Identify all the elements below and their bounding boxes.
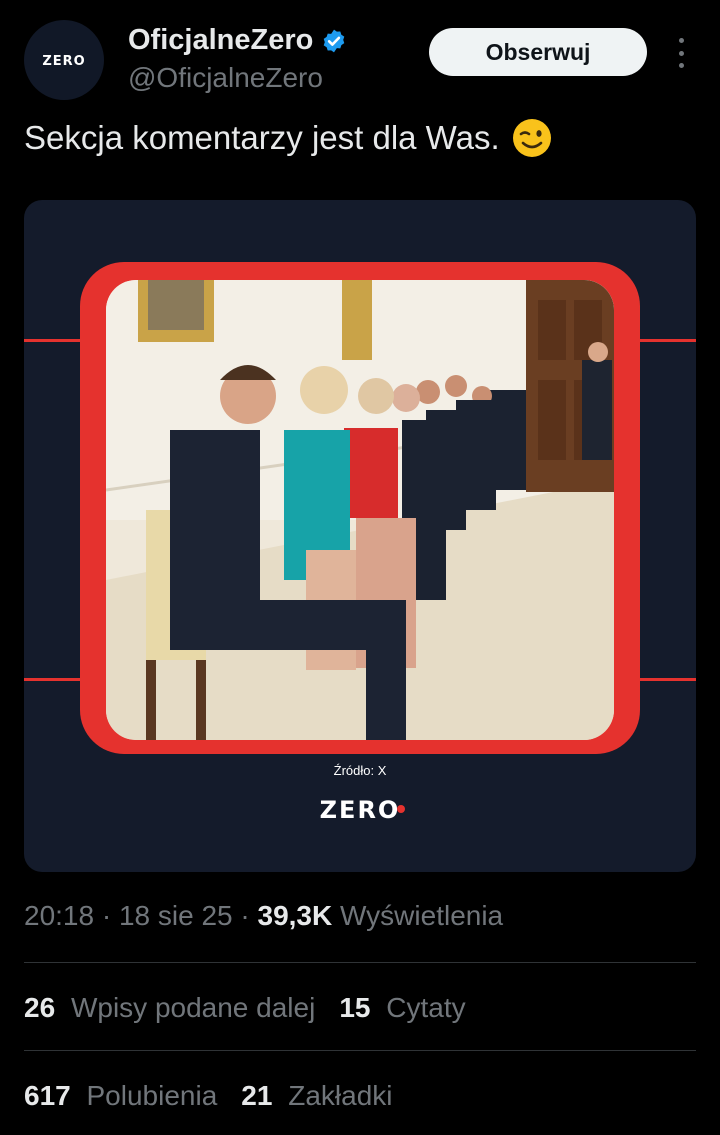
avatar[interactable]: ZERO [24, 20, 104, 100]
more-options-icon[interactable] [669, 38, 693, 68]
follow-button[interactable]: Obserwuj [429, 28, 647, 76]
tweet-meta: 20:18 · 18 sie 25 · 39,3K Wyświetlenia [24, 900, 503, 932]
image-source-caption: Źródło: X [333, 763, 387, 778]
divider [24, 1050, 696, 1051]
likes-stats-row: 617 Polubienia 21 Zakładki [24, 1080, 416, 1112]
seated-people-illustration [106, 280, 614, 740]
divider [24, 962, 696, 963]
accent-line [24, 339, 84, 342]
repost-stats-row: 26 Wpisy podane dalej 15 Cytaty [24, 992, 490, 1024]
bookmarks-stat[interactable]: 21 Zakładki [241, 1080, 392, 1112]
tweet-date[interactable]: 18 sie 25 [119, 900, 233, 931]
quotes-stat[interactable]: 15 Cytaty [339, 992, 465, 1024]
likes-stat[interactable]: 617 Polubienia [24, 1080, 217, 1112]
zero-logo-icon: ZERO [42, 54, 85, 68]
likes-count: 617 [24, 1080, 71, 1111]
views-label: Wyświetlenia [340, 900, 504, 931]
reposts-label: Wpisy podane dalej [70, 992, 316, 1023]
bookmarks-label: Zakładki [288, 1080, 393, 1111]
photo-frame [80, 262, 640, 754]
tweet-time[interactable]: 20:18 [24, 900, 94, 931]
author-display-name[interactable]: OficjalneZero [128, 24, 313, 57]
wink-emoji-icon [512, 119, 551, 157]
accent-line [636, 339, 696, 342]
accent-line [636, 678, 696, 681]
zero-brand-logo: ZERO [320, 796, 405, 822]
reposts-stat[interactable]: 26 Wpisy podane dalej [24, 992, 315, 1024]
tweet-header: ZERO OficjalneZero @OficjalneZero Obserw… [24, 20, 696, 100]
tweet-text: Sekcja komentarzy jest dla Was. [24, 118, 552, 158]
tweet-media[interactable]: Źródło: X ZERO [24, 200, 696, 872]
quotes-count: 15 [339, 992, 371, 1023]
author-name-row: OficjalneZero [128, 24, 347, 57]
tweet-text-content: Sekcja komentarzy jest dla Was. [24, 119, 500, 156]
photo-image[interactable] [106, 280, 614, 740]
meta-separator: · [240, 900, 258, 931]
bookmarks-count: 21 [241, 1080, 273, 1111]
svg-text:ZERO: ZERO [42, 54, 85, 68]
meta-separator: · [101, 900, 119, 931]
author-handle[interactable]: @OficjalneZero [128, 62, 323, 94]
accent-line [24, 678, 84, 681]
quotes-label: Cytaty [386, 992, 466, 1023]
verified-badge-icon [324, 29, 345, 52]
svg-text:ZERO: ZERO [320, 796, 401, 822]
likes-label: Polubienia [86, 1080, 218, 1111]
reposts-count: 26 [24, 992, 56, 1023]
views-count: 39,3K [257, 900, 333, 931]
